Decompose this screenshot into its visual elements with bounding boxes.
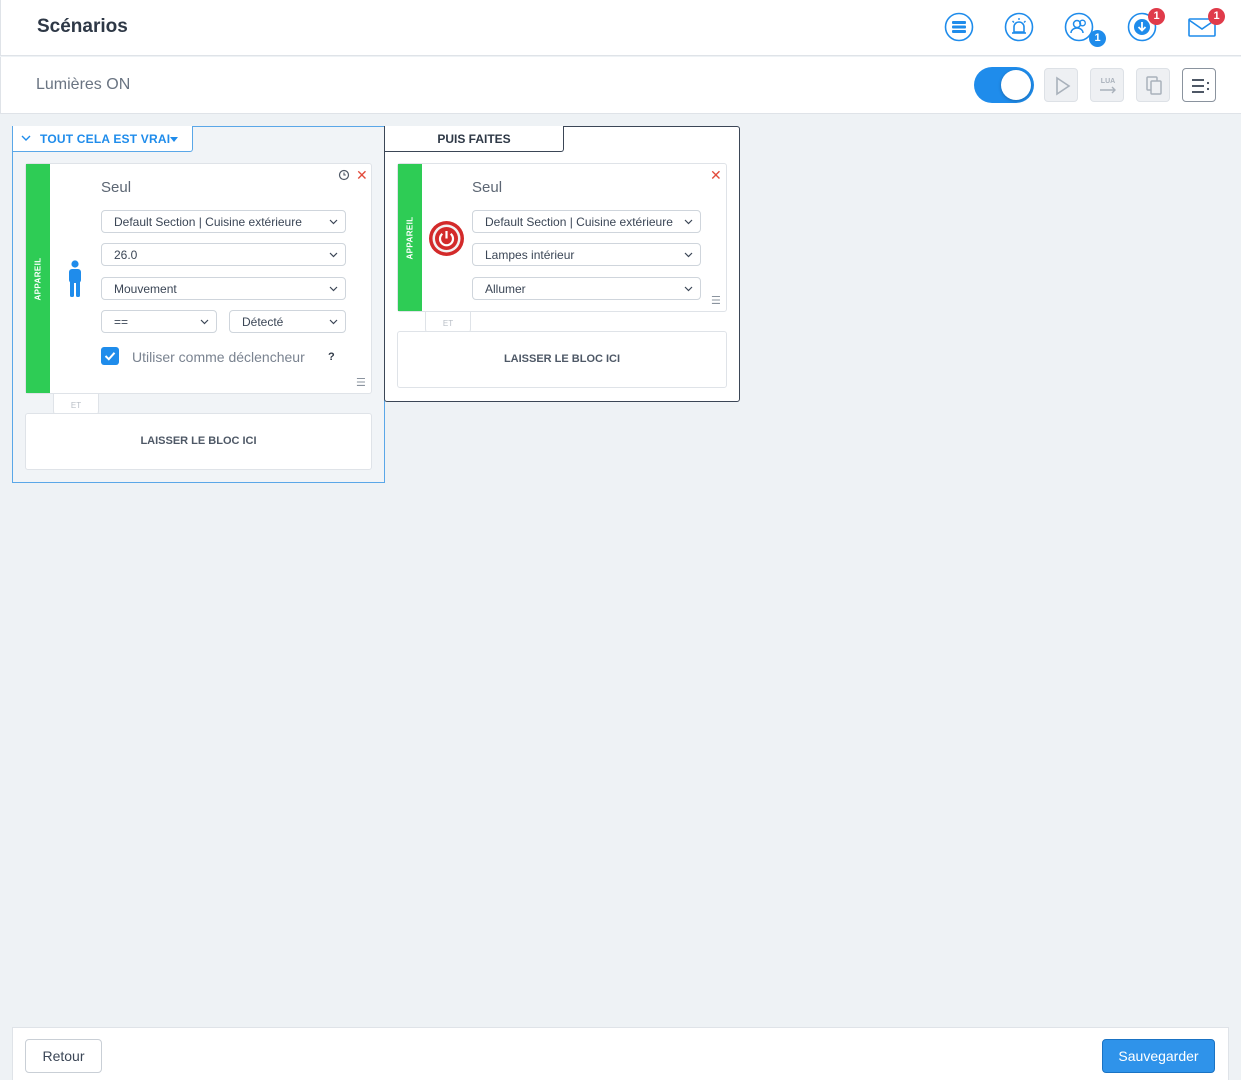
value-select[interactable]: Détecté [229, 310, 346, 333]
block-title: Seul [101, 179, 132, 196]
room-select[interactable]: Default Section | Cuisine extérieure [101, 210, 346, 233]
condition-header-label: TOUT CELA EST VRAI [40, 132, 171, 146]
mail-badge: 1 [1208, 8, 1225, 25]
action-drop-zone[interactable]: LAISSER LE BLOC ICI [397, 331, 727, 388]
run-button[interactable] [1044, 68, 1078, 102]
scene-name[interactable]: Lumières ON [36, 76, 130, 94]
caret-down-icon [170, 137, 178, 142]
chevron-down-icon [329, 319, 338, 325]
sections-icon[interactable] [944, 12, 974, 42]
device-stripe: APPAREIL [398, 164, 422, 311]
chevron-down-icon [684, 286, 693, 292]
room-select[interactable]: Default Section | Cuisine extérieure [472, 210, 701, 233]
menu-icon [1192, 79, 1210, 93]
copy-button[interactable] [1136, 68, 1170, 102]
device-select[interactable]: 26.0 [101, 243, 346, 266]
trigger-checkbox[interactable] [101, 347, 119, 365]
chevron-down-icon [21, 135, 31, 141]
scene-enabled-toggle[interactable] [974, 67, 1034, 103]
page-title: Scénarios [37, 16, 128, 37]
lua-convert-button[interactable]: LUA [1090, 68, 1124, 102]
users-badge: 1 [1089, 30, 1106, 47]
menu-button[interactable] [1182, 68, 1216, 102]
chevron-down-icon [329, 252, 338, 258]
property-select[interactable]: Mouvement [101, 277, 346, 300]
condition-header[interactable]: TOUT CELA EST VRAI [12, 126, 193, 152]
drag-handle-icon[interactable]: ☰ [356, 378, 366, 389]
footer-bar [12, 1027, 1229, 1080]
close-icon[interactable]: ✕ [710, 168, 722, 182]
power-icon [429, 221, 464, 256]
checkmark-icon [104, 352, 116, 361]
action-header-label: PUIS FAITES [437, 132, 511, 146]
clock-icon[interactable] [338, 169, 350, 181]
motion-person-icon [69, 260, 81, 297]
download-badge: 1 [1148, 8, 1165, 25]
action-header: PUIS FAITES [384, 126, 564, 152]
device-select[interactable]: Lampes intérieur [472, 243, 701, 266]
lua-convert-icon: LUA [1100, 78, 1116, 94]
chevron-down-icon [684, 219, 693, 225]
chevron-down-icon [329, 286, 338, 292]
drag-handle-icon[interactable]: ☰ [711, 296, 721, 307]
chevron-down-icon [684, 252, 693, 258]
action-select[interactable]: Allumer [472, 277, 701, 300]
device-stripe: APPAREIL [26, 164, 50, 393]
toggle-knob [1001, 70, 1031, 100]
save-button[interactable]: Sauvegarder [1102, 1039, 1215, 1073]
svg-text:LUA: LUA [1101, 78, 1115, 85]
top-bar: Scénarios [0, 0, 1241, 56]
chevron-down-icon [200, 319, 209, 325]
back-button[interactable]: Retour [25, 1039, 102, 1073]
condition-drop-zone[interactable]: LAISSER LE BLOC ICI [25, 413, 372, 470]
alarm-icon[interactable] [1004, 12, 1034, 42]
help-icon[interactable]: ? [328, 351, 335, 363]
scene-bar: Lumières ON LUA [0, 57, 1241, 114]
operator-select[interactable]: == [101, 310, 217, 333]
chevron-down-icon [329, 219, 338, 225]
close-icon[interactable]: ✕ [356, 168, 368, 182]
trigger-label[interactable]: Utiliser comme déclencheur [132, 349, 305, 365]
run-icon [1056, 76, 1071, 96]
block-title: Seul [472, 179, 503, 196]
copy-icon [1146, 76, 1162, 95]
